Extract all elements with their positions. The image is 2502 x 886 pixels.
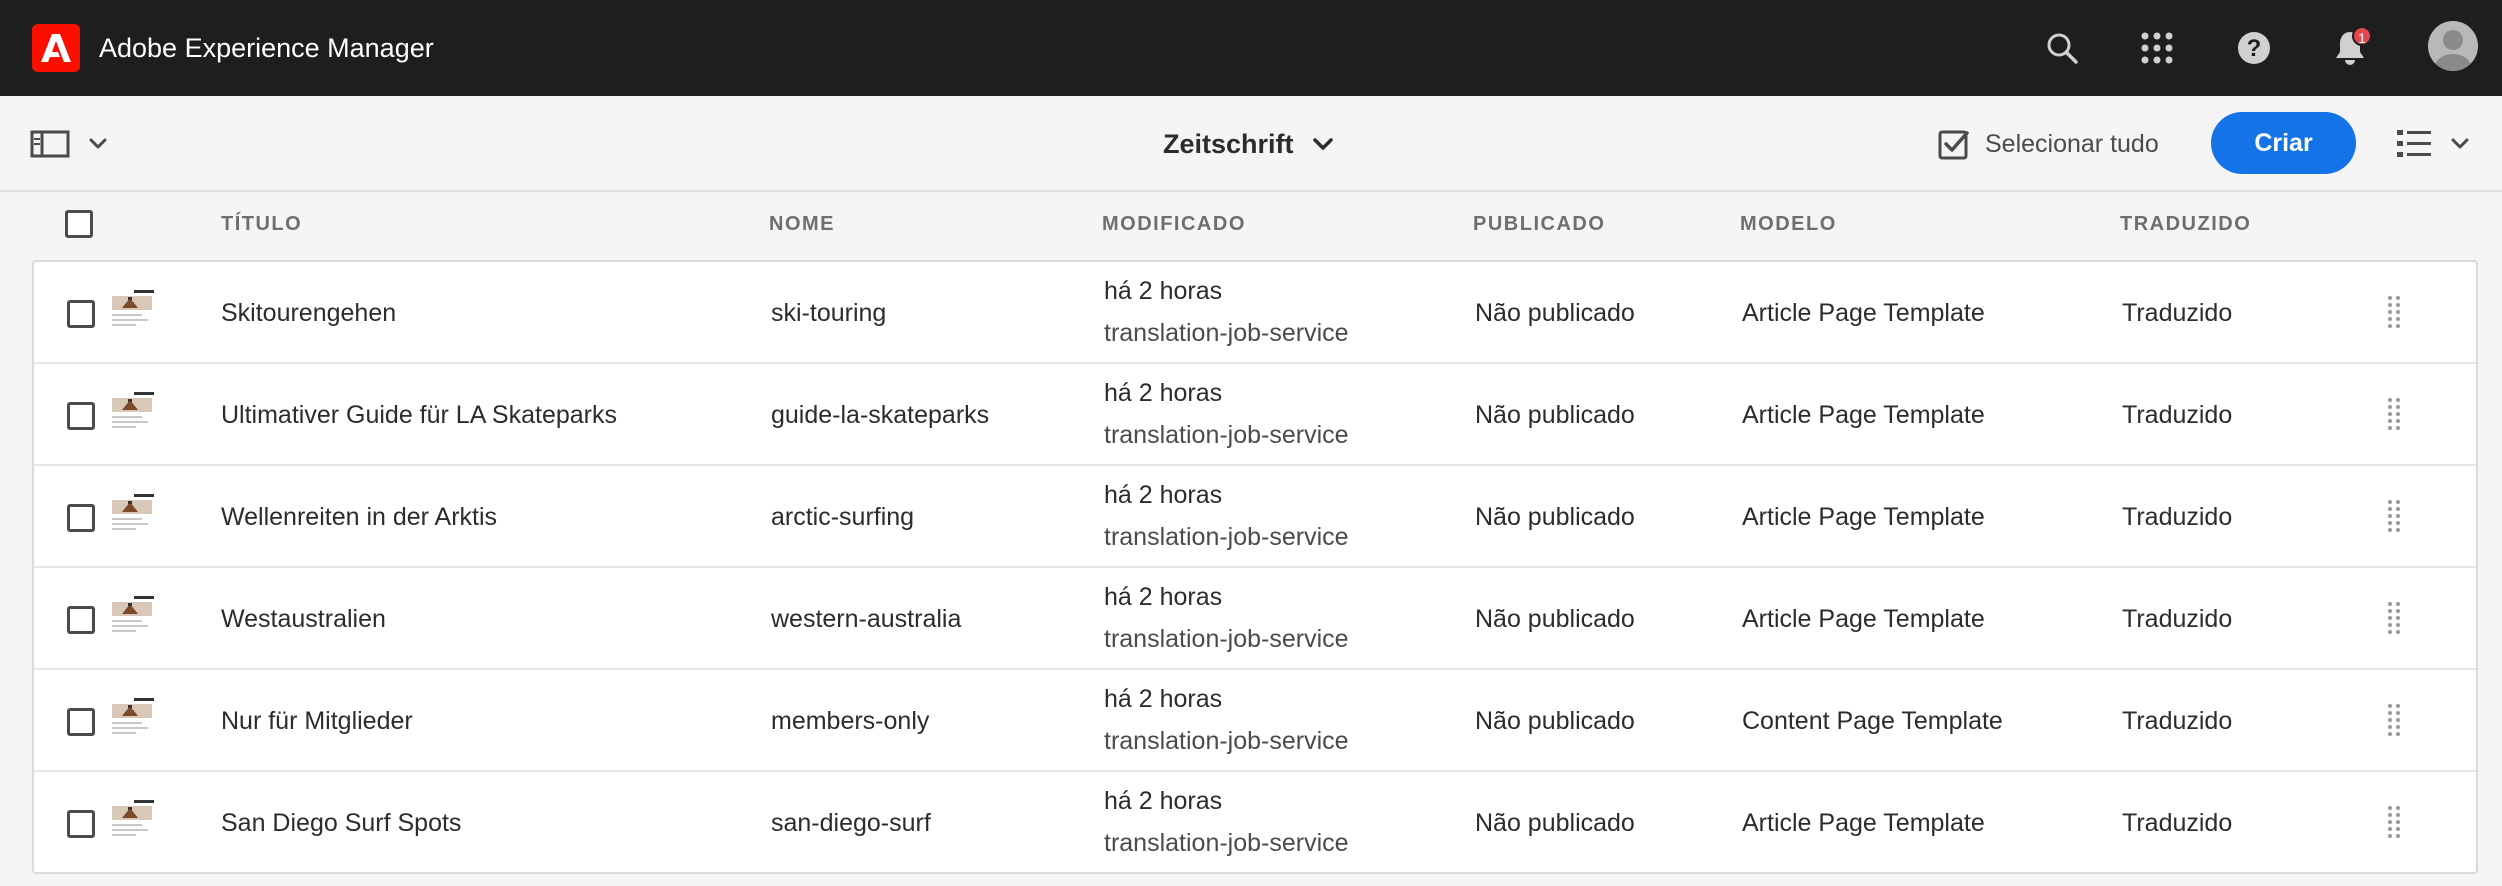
column-header-name[interactable]: NOME bbox=[769, 214, 835, 234]
rail-toggle-button[interactable] bbox=[30, 126, 120, 162]
avatar[interactable] bbox=[2428, 21, 2478, 71]
row-template: Article Page Template bbox=[1742, 299, 1985, 327]
select-all-label: Selecionar tudo bbox=[1985, 129, 2159, 158]
drag-handle-icon[interactable] bbox=[2384, 396, 2404, 432]
notification-badge: 1 bbox=[2352, 26, 2372, 46]
action-bar: Zeitschrift Selecionar tudo Criar bbox=[0, 96, 2502, 192]
row-checkbox[interactable] bbox=[67, 402, 95, 430]
row-template: Article Page Template bbox=[1742, 605, 1985, 633]
drag-handle-icon[interactable] bbox=[2384, 702, 2404, 738]
row-name: members-only bbox=[771, 707, 930, 735]
pages-table: Skitourengehen ski-touring há 2 horas tr… bbox=[32, 260, 2478, 874]
chevron-down-icon bbox=[1312, 138, 1333, 150]
row-title[interactable]: San Diego Surf Spots bbox=[221, 808, 461, 838]
row-modified: há 2 horas bbox=[1104, 685, 1223, 713]
chevron-down-icon bbox=[89, 138, 107, 149]
row-checkbox[interactable] bbox=[67, 300, 95, 328]
row-published: Não publicado bbox=[1475, 401, 1635, 429]
row-translated: Traduzido bbox=[2122, 605, 2233, 633]
column-header-published[interactable]: PUBLICADO bbox=[1473, 214, 1605, 234]
list-view-icon bbox=[2397, 130, 2431, 157]
table-row[interactable]: Wellenreiten in der Arktis arctic-surfin… bbox=[34, 466, 2476, 568]
column-header-title[interactable]: TÍTULO bbox=[221, 214, 302, 234]
row-title[interactable]: Wellenreiten in der Arktis bbox=[221, 502, 497, 532]
side-panel-icon bbox=[30, 130, 70, 158]
row-template: Content Page Template bbox=[1742, 707, 2003, 735]
drag-handle-icon[interactable] bbox=[2384, 600, 2404, 636]
column-header-modified[interactable]: MODIFICADO bbox=[1102, 214, 1246, 234]
row-name: san-diego-surf bbox=[771, 809, 931, 837]
apps-grid-icon[interactable] bbox=[2133, 24, 2181, 72]
row-name: ski-touring bbox=[771, 299, 887, 327]
row-translated: Traduzido bbox=[2122, 299, 2233, 327]
help-icon[interactable]: ? bbox=[2230, 24, 2278, 72]
row-modified-by: translation-job-service bbox=[1104, 727, 1349, 755]
chevron-down-icon bbox=[2451, 138, 2469, 149]
page-thumbnail bbox=[108, 288, 156, 336]
row-modified: há 2 horas bbox=[1104, 787, 1223, 815]
table-row[interactable]: San Diego Surf Spots san-diego-surf há 2… bbox=[34, 772, 2476, 874]
view-switcher-button[interactable] bbox=[2396, 126, 2470, 162]
row-name: western-australia bbox=[771, 605, 962, 633]
select-all-button[interactable]: Selecionar tudo bbox=[1937, 126, 2159, 162]
select-all-checkbox[interactable] bbox=[65, 210, 93, 238]
row-published: Não publicado bbox=[1475, 605, 1635, 633]
row-modified: há 2 horas bbox=[1104, 583, 1223, 611]
search-icon[interactable] bbox=[2038, 24, 2086, 72]
row-modified: há 2 horas bbox=[1104, 277, 1223, 305]
row-checkbox[interactable] bbox=[67, 708, 95, 736]
global-header: Adobe Experience Manager ? 1 bbox=[0, 0, 2502, 96]
row-modified: há 2 horas bbox=[1104, 481, 1223, 509]
row-translated: Traduzido bbox=[2122, 707, 2233, 735]
row-template: Article Page Template bbox=[1742, 401, 1985, 429]
page-thumbnail bbox=[108, 492, 156, 540]
row-title[interactable]: Skitourengehen bbox=[221, 298, 396, 328]
row-published: Não publicado bbox=[1475, 299, 1635, 327]
svg-text:?: ? bbox=[2247, 35, 2262, 62]
table-row[interactable]: Westaustralien western-australia há 2 ho… bbox=[34, 568, 2476, 670]
row-modified-by: translation-job-service bbox=[1104, 523, 1349, 551]
drag-handle-icon[interactable] bbox=[2384, 294, 2404, 330]
table-row[interactable]: Skitourengehen ski-touring há 2 horas tr… bbox=[34, 262, 2476, 364]
checkbox-checked-icon bbox=[1938, 130, 1969, 160]
row-published: Não publicado bbox=[1475, 707, 1635, 735]
row-modified-by: translation-job-service bbox=[1104, 829, 1349, 857]
column-header-template[interactable]: MODELO bbox=[1740, 214, 1837, 234]
drag-handle-icon[interactable] bbox=[2384, 498, 2404, 534]
page-thumbnail bbox=[108, 390, 156, 438]
row-name: arctic-surfing bbox=[771, 503, 915, 531]
row-modified: há 2 horas bbox=[1104, 379, 1223, 407]
page-thumbnail bbox=[108, 798, 156, 846]
row-checkbox[interactable] bbox=[67, 810, 95, 838]
row-title[interactable]: Westaustralien bbox=[221, 604, 386, 634]
row-modified-by: translation-job-service bbox=[1104, 421, 1349, 449]
app-title[interactable]: Adobe Experience Manager bbox=[99, 32, 434, 64]
adobe-logo-icon[interactable] bbox=[32, 24, 80, 72]
table-row[interactable]: Nur für Mitglieder members-only há 2 hor… bbox=[34, 670, 2476, 772]
page-thumbnail bbox=[108, 594, 156, 642]
drag-handle-icon[interactable] bbox=[2384, 804, 2404, 840]
row-published: Não publicado bbox=[1475, 503, 1635, 531]
bell-icon[interactable]: 1 bbox=[2326, 24, 2374, 72]
row-name: guide-la-skateparks bbox=[771, 401, 990, 429]
column-header-translated[interactable]: TRADUZIDO bbox=[2120, 214, 2251, 234]
row-translated: Traduzido bbox=[2122, 503, 2233, 531]
row-modified-by: translation-job-service bbox=[1104, 319, 1349, 347]
row-title[interactable]: Ultimativer Guide für LA Skateparks bbox=[221, 400, 617, 430]
row-checkbox[interactable] bbox=[67, 504, 95, 532]
row-template: Article Page Template bbox=[1742, 809, 1985, 837]
row-modified-by: translation-job-service bbox=[1104, 625, 1349, 653]
row-translated: Traduzido bbox=[2122, 401, 2233, 429]
row-published: Não publicado bbox=[1475, 809, 1635, 837]
row-translated: Traduzido bbox=[2122, 809, 2233, 837]
page-thumbnail bbox=[108, 696, 156, 744]
create-button[interactable]: Criar bbox=[2211, 112, 2356, 174]
row-checkbox[interactable] bbox=[67, 606, 95, 634]
row-template: Article Page Template bbox=[1742, 503, 1985, 531]
breadcrumb[interactable]: Zeitschrift bbox=[1163, 126, 1334, 162]
row-title[interactable]: Nur für Mitglieder bbox=[221, 706, 413, 736]
table-row[interactable]: Ultimativer Guide für LA Skateparks guid… bbox=[34, 364, 2476, 466]
breadcrumb-label: Zeitschrift bbox=[1163, 128, 1294, 159]
